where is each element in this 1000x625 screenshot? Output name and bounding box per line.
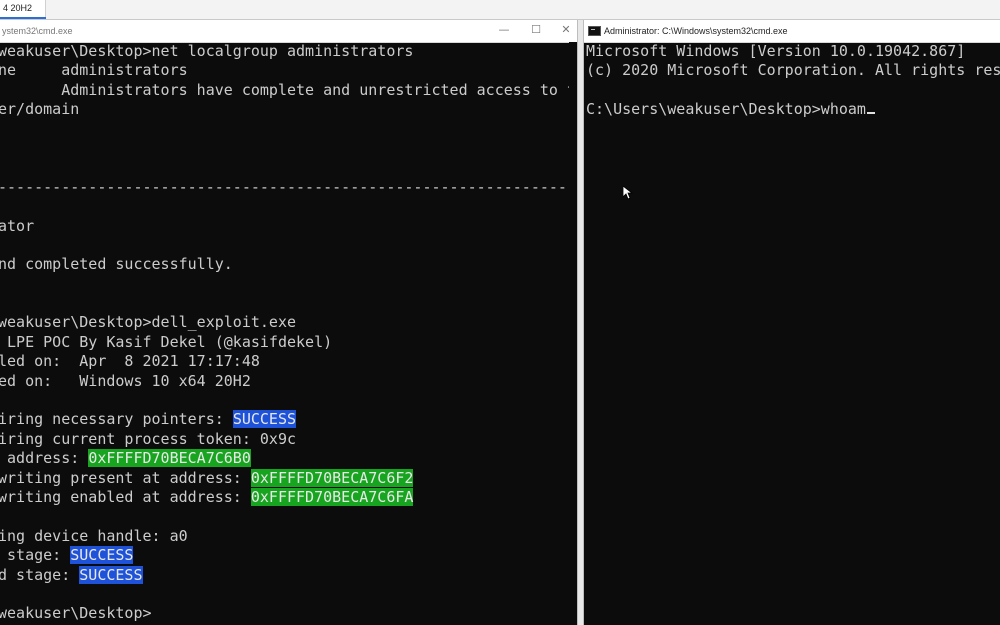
terminal-text: ed on: Windows 10 x64 20H2 [0, 371, 251, 390]
terminal-output[interactable]: Microsoft Windows [Version 10.0.19042.86… [586, 42, 1000, 625]
terminal-line: iring current process token: 0x9c [0, 430, 577, 449]
terminal-line: address: 0xFFFFD70BECA7C6B0 [0, 449, 577, 468]
window-title: Administrator: C:\Windows\system32\cmd.e… [604, 26, 788, 36]
terminal-line: led on: Apr 8 2021 17:17:48 [0, 352, 577, 371]
terminal-line: LPE POC By Kasif Dekel (@kasifdekel) [0, 333, 577, 352]
window-titlebar[interactable]: Administrator: C:\Windows\system32\cmd.e… [584, 20, 1000, 43]
terminal-text: weakuser\Desktop>net localgroup administ… [0, 42, 414, 60]
terminal-line: C:\Users\weakuser\Desktop>whoam [586, 100, 1000, 119]
terminal-line: writing enabled at address: 0xFFFFD70BEC… [0, 487, 577, 507]
terminal-line: weakuser\Desktop>dell_exploit.exe [0, 313, 577, 332]
cmd-icon [588, 26, 601, 36]
terminal-line: ne administrators [0, 61, 577, 80]
mouse-pointer-icon [623, 186, 633, 200]
terminal-line: weakuser\Desktop> [0, 604, 577, 623]
cmd-window-left[interactable]: ystem32\cmd.exe — ☐ ✕ weakuser\Desktop>n… [0, 20, 577, 625]
terminal-text: address: [0, 449, 89, 468]
terminal-line: iring necessary pointers: SUCCESS [0, 410, 577, 429]
terminal-text: Administrators have complete and unrestr… [0, 80, 576, 99]
taskbar-tab[interactable]: 4 20H2 [0, 0, 46, 19]
terminal-text: writing present at address: [0, 468, 251, 487]
terminal-text: iring necessary pointers: [0, 410, 233, 429]
terminal-line: Administrators have complete and unrestr… [0, 81, 577, 100]
terminal-text: (c) 2020 Microsoft Corporation. All righ… [586, 61, 1000, 80]
maximize-button[interactable]: ☐ [519, 20, 553, 42]
terminal-line: ator [0, 217, 577, 236]
terminal-text: writing enabled at address: [0, 487, 251, 506]
address-highlight: 0xFFFFD70BECA7C6B0 [88, 449, 251, 468]
address-highlight: 0xFFFFD70BECA7C6F2 [250, 468, 414, 487]
terminal-line: d stage: SUCCESS [0, 565, 577, 585]
status-highlight: SUCCESS [70, 546, 134, 565]
terminal-line: weakuser\Desktop>net localgroup administ… [0, 42, 577, 61]
terminal-line: ----------------------------------------… [0, 178, 577, 197]
terminal-text: iring current process token: 0x9c [0, 429, 297, 448]
terminal-text: Microsoft Windows [Version 10.0.19042.86… [586, 42, 966, 60]
window-divider [577, 20, 584, 625]
terminal-text: weakuser\Desktop>dell_exploit.exe [0, 313, 297, 332]
terminal-text: LPE POC By Kasif Dekel (@kasifdekel) [0, 332, 333, 351]
terminal-line: Microsoft Windows [Version 10.0.19042.86… [586, 42, 1000, 61]
terminal-line: ing device handle: a0 [0, 527, 577, 546]
terminal-text: er/domain [0, 100, 80, 119]
terminal-text: ing device handle: a0 [0, 526, 188, 545]
terminal-text: stage: [0, 546, 71, 565]
close-button[interactable]: ✕ [549, 20, 577, 42]
terminal-line: nd completed successfully. [0, 255, 577, 274]
terminal-text: ne administrators [0, 61, 188, 80]
address-highlight: 0xFFFFD70BECA7C6FA [250, 487, 414, 506]
terminal-text: ----------------------------------------… [0, 177, 577, 196]
taskbar-tab-label: 4 20H2 [3, 3, 33, 13]
status-highlight: SUCCESS [232, 410, 297, 429]
terminal-line: stage: SUCCESS [0, 546, 577, 565]
status-highlight: SUCCESS [79, 565, 143, 584]
minimize-button[interactable]: — [487, 20, 521, 42]
vertical-scrollbar[interactable] [569, 42, 577, 625]
taskbar: 4 20H2 [0, 0, 1000, 20]
terminal-line: (c) 2020 Microsoft Corporation. All righ… [586, 61, 1000, 80]
terminal-text: C:\Users\weakuser\Desktop>whoam [586, 100, 866, 119]
terminal-text: d stage: [0, 565, 80, 584]
terminal-text: nd completed successfully. [0, 255, 233, 274]
cmd-window-right[interactable]: Administrator: C:\Windows\system32\cmd.e… [584, 20, 1000, 625]
terminal-text: ator [0, 216, 35, 235]
window-titlebar[interactable]: ystem32\cmd.exe — ☐ ✕ [0, 20, 577, 43]
terminal-text: weakuser\Desktop> [0, 604, 152, 623]
terminal-output[interactable]: weakuser\Desktop>net localgroup administ… [0, 42, 577, 625]
text-cursor [866, 112, 875, 115]
terminal-text: led on: Apr 8 2021 17:17:48 [0, 352, 260, 371]
terminal-line: er/domain [0, 100, 577, 119]
terminal-line: writing present at address: 0xFFFFD70BEC… [0, 468, 577, 488]
active-tab-indicator [0, 17, 46, 19]
terminal-line: ed on: Windows 10 x64 20H2 [0, 372, 577, 391]
window-title: ystem32\cmd.exe [2, 26, 73, 36]
